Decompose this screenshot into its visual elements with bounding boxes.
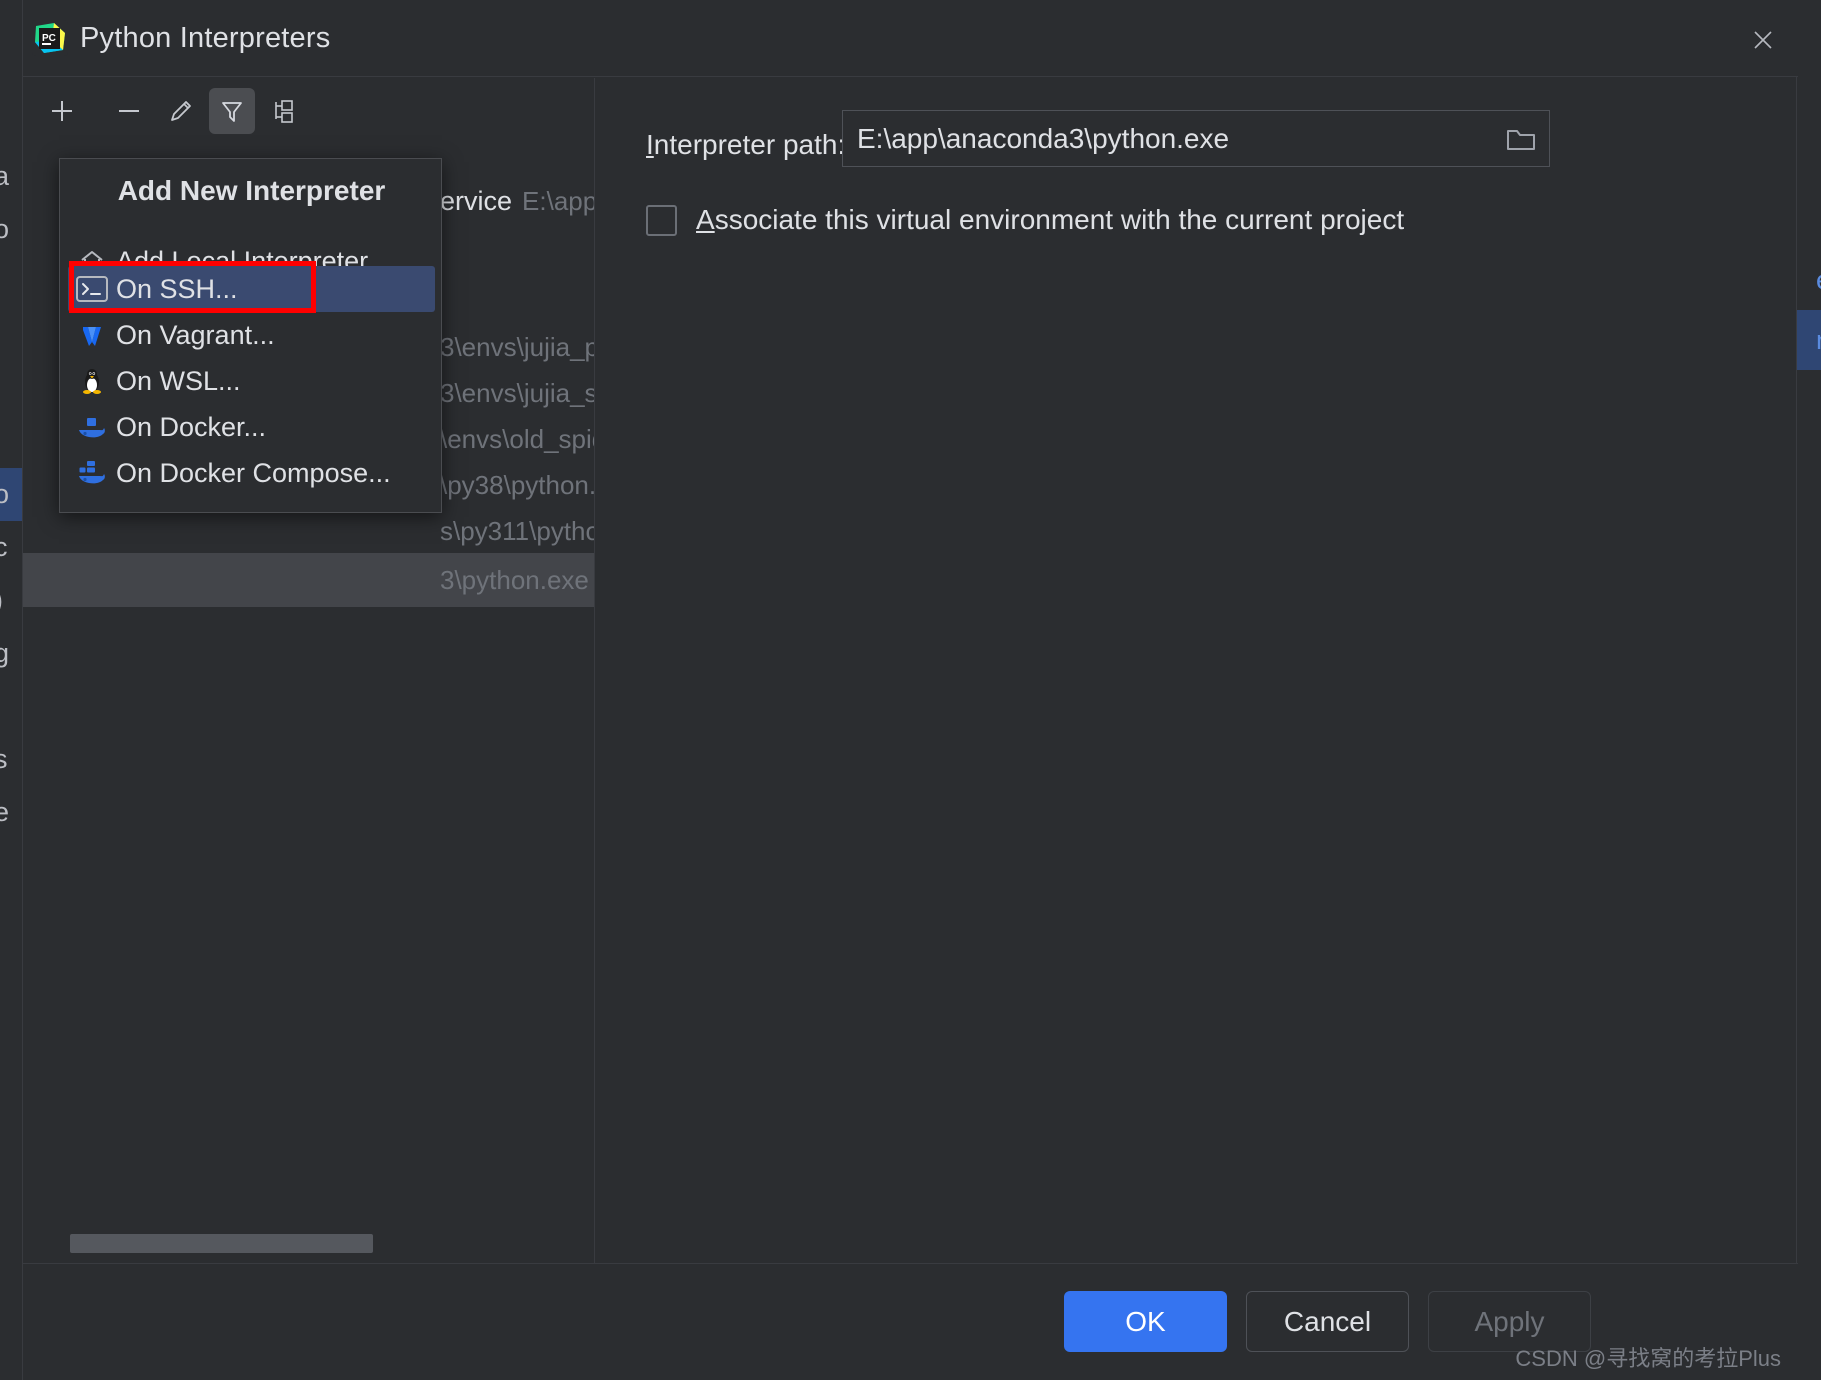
interpreter-path: 3\envs\jujia_scrap [440, 377, 594, 408]
horizontal-scrollbar[interactable] [70, 1234, 373, 1253]
add-interpreter-button[interactable] [39, 88, 85, 134]
bg-left-char [0, 680, 22, 733]
tree-hierarchy-icon [275, 100, 293, 123]
bg-right-char-selected: n [1797, 310, 1821, 370]
bg-left-char [0, 415, 22, 468]
bg-right-char [1797, 190, 1821, 250]
menu-item-on-docker[interactable]: On Docker... [68, 404, 435, 450]
associate-venv-checkbox-row[interactable]: Associate this virtual environment with … [646, 204, 1404, 236]
bg-left-char [0, 362, 22, 415]
group-by-button[interactable] [260, 88, 306, 134]
background-left-text-column: a o o c ) g s e [0, 150, 22, 839]
interpreter-path-label-row: Interpreter path: [646, 129, 845, 161]
interpreter-path-input[interactable]: E:\app\anaconda3\python.exe [842, 110, 1550, 167]
mnemonic-letter: A [696, 204, 715, 235]
docker-whale-icon [68, 409, 116, 445]
pencil-icon [171, 101, 191, 121]
background-ide-left-edge: a o o c ) g s e [0, 0, 22, 1380]
docker-compose-icon [68, 455, 116, 491]
bg-left-char: o [0, 214, 10, 244]
bg-left-char: c [0, 532, 8, 562]
watermark-text: CSDN @寻找窝的考拉Plus [1515, 1346, 1781, 1371]
interpreter-toolbar [23, 78, 595, 144]
interpreter-path: \envs\old_spider\ [440, 423, 594, 454]
bg-left-char: g [0, 638, 10, 668]
table-row-selected[interactable]: 3\python.exe [23, 553, 594, 607]
interpreter-path: 3\envs\jujia_pyth [440, 331, 594, 362]
interpreter-path: \py38\python.exe [440, 469, 594, 500]
terminal-icon [68, 271, 116, 307]
interpreter-path-value: E:\app\anaconda3\python.exe [857, 122, 1230, 154]
bg-right-char [1797, 370, 1821, 430]
menu-item-on-ssh[interactable]: On SSH... [68, 266, 435, 312]
interpreter-details-panel: Interpreter path: E:\app\anaconda3\pytho… [596, 78, 1798, 1263]
menu-item-label: On WSL... [116, 365, 241, 396]
bg-right-char: e [1797, 250, 1821, 310]
menu-item-label: On Docker Compose... [116, 457, 391, 488]
python-interpreters-dialog: PC Python Interpreters ervice E:\app 3\e… [22, 0, 1798, 1380]
cancel-button[interactable]: Cancel [1246, 1291, 1409, 1352]
remove-interpreter-button[interactable] [106, 88, 152, 134]
menu-item-on-vagrant[interactable]: On Vagrant... [68, 312, 435, 358]
filter-icon [222, 102, 242, 122]
menu-item-on-wsl[interactable]: On WSL... [68, 358, 435, 404]
minus-icon [119, 110, 139, 112]
bg-left-char: e [0, 797, 10, 827]
dialog-footer: OK Cancel Apply CSDN @寻找窝的考拉Plus [23, 1263, 1798, 1380]
filter-button[interactable] [209, 88, 255, 134]
svg-text:PC: PC [42, 33, 56, 44]
background-right-text-column: e n [1797, 190, 1821, 430]
bg-left-char-selected: o [0, 468, 22, 521]
dialog-titlebar: PC Python Interpreters [23, 0, 1798, 77]
bg-left-char [0, 256, 22, 309]
pycharm-logo-icon: PC [32, 20, 68, 56]
linux-penguin-icon [68, 363, 116, 399]
screen-root: a o o c ) g s e e n [0, 0, 1821, 1380]
menu-item-on-docker-compose[interactable]: On Docker Compose... [68, 450, 435, 496]
folder-icon[interactable] [1499, 117, 1543, 161]
associate-venv-label: Associate this virtual environment with … [696, 204, 1404, 236]
bg-left-char: a [0, 161, 10, 191]
menu-item-label: On SSH... [116, 273, 238, 304]
mnemonic-letter: I [646, 129, 654, 160]
add-new-interpreter-popup: Add New Interpreter Add Local Interprete… [59, 158, 442, 513]
edit-interpreter-button[interactable] [158, 88, 204, 134]
bg-left-char [0, 309, 22, 362]
interpreter-name: ervice [440, 185, 513, 216]
interpreter-path: s\py311\python.ex [440, 515, 594, 546]
ok-button[interactable]: OK [1064, 1291, 1227, 1352]
label-rest: ssociate this virtual environment with t… [714, 204, 1405, 235]
menu-item-label: On Docker... [116, 411, 267, 442]
interpreter-path: 3\python.exe [440, 564, 589, 595]
plus-icon [52, 101, 72, 121]
bg-left-char: s [0, 744, 8, 774]
menu-item-label: On Vagrant... [116, 319, 275, 350]
interpreter-path-label: Interpreter path: [646, 129, 845, 161]
interpreter-path: E:\app\ana [522, 185, 594, 216]
associate-venv-checkbox[interactable] [646, 204, 677, 236]
dialog-title: Python Interpreters [80, 22, 331, 54]
close-icon[interactable] [1743, 20, 1783, 60]
popup-title: Add New Interpreter [117, 175, 386, 206]
label-rest: nterpreter path: [653, 129, 846, 160]
bg-left-char: ) [0, 574, 22, 627]
background-ide-right-edge: e n [1797, 0, 1821, 1380]
vagrant-icon [68, 317, 116, 353]
